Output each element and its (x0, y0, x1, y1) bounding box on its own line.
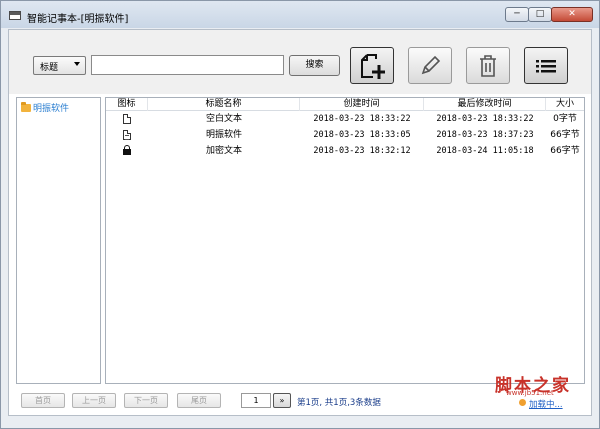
app-window: 智能记事本-[明振软件] ─ □ ✕ 标题 搜索 明振软件 图标 标题名称 创建… (0, 0, 600, 429)
row-created: 2018-03-23 18:33:22 (313, 114, 411, 124)
toolbar: 标题 搜索 (9, 30, 591, 94)
text-document-icon (123, 129, 131, 140)
search-field-select[interactable]: 标题 (33, 56, 86, 75)
row-size: 66字节 (550, 146, 580, 156)
tree-item-mingzhen[interactable]: 明振软件 (21, 101, 69, 114)
row-created: 2018-03-23 18:33:05 (313, 130, 411, 140)
row-icon-cell (106, 128, 148, 143)
page-number-input[interactable] (241, 393, 271, 408)
table-header: 图标 标题名称 创建时间 最后修改时间 大小 (106, 98, 584, 111)
row-modified: 2018-03-24 11:05:18 (436, 146, 534, 156)
trash-icon (480, 54, 496, 77)
window-title: 智能记事本-[明振软件] (27, 14, 129, 25)
list-view-button[interactable] (524, 47, 568, 84)
row-created: 2018-03-23 18:32:12 (313, 146, 411, 156)
column-header-icon[interactable]: 图标 (106, 98, 148, 111)
close-icon: ✕ (568, 9, 576, 19)
row-size: 0字节 (553, 114, 577, 124)
search-input[interactable] (91, 55, 284, 75)
row-title: 空白文本 (205, 114, 242, 124)
edit-pencil-icon (421, 55, 441, 74)
new-document-button[interactable] (350, 47, 394, 84)
folder-icon (21, 101, 31, 112)
row-modified: 2018-03-23 18:37:23 (436, 130, 534, 140)
row-modified: 2018-03-23 18:33:22 (436, 114, 534, 124)
column-header-title[interactable]: 标题名称 (148, 98, 300, 111)
tree-item-label: 明振软件 (33, 104, 70, 114)
client-area: 标题 搜索 明振软件 图标 标题名称 创建时间 最后修改时间 大小 空白文本 2… (8, 29, 592, 416)
last-page-button[interactable]: 尾页 (177, 393, 221, 408)
next-page-button[interactable]: 下一页 (124, 393, 168, 408)
column-header-size[interactable]: 大小 (546, 98, 584, 111)
notes-table: 图标 标题名称 创建时间 最后修改时间 大小 空白文本 2018-03-23 1… (105, 97, 585, 384)
blank-document-icon (123, 113, 131, 124)
row-size: 66字节 (550, 130, 580, 140)
go-page-button[interactable]: » (273, 393, 291, 408)
first-page-button[interactable]: 首页 (21, 393, 65, 408)
delete-button[interactable] (466, 47, 510, 84)
table-row[interactable]: 空白文本 2018-03-23 18:33:22 2018-03-23 18:3… (106, 112, 584, 127)
title-bar[interactable]: 智能记事本-[明振软件] ─ □ ✕ (1, 1, 599, 28)
edit-button[interactable] (408, 47, 452, 84)
column-header-created[interactable]: 创建时间 (300, 98, 424, 111)
notepad-app-icon (9, 11, 21, 20)
row-title: 加密文本 (205, 146, 242, 156)
column-header-modified[interactable]: 最后修改时间 (424, 98, 546, 111)
minimize-button[interactable]: ─ (505, 7, 529, 22)
search-field-value: 标题 (40, 63, 59, 73)
maximize-button[interactable]: □ (528, 7, 552, 22)
table-row[interactable]: 加密文本 2018-03-23 18:32:12 2018-03-24 11:0… (106, 144, 584, 159)
loading-link[interactable]: 加载中... (529, 398, 563, 410)
loading-icon (519, 399, 526, 406)
row-icon-cell (106, 144, 148, 159)
prev-page-button[interactable]: 上一页 (72, 393, 116, 408)
maximize-icon: □ (535, 9, 545, 19)
category-tree: 明振软件 (16, 97, 101, 384)
site-watermark-url: www.jb51.net (506, 389, 554, 397)
row-icon-cell (106, 112, 148, 127)
pager-info: 第1页, 共1页,3条数据 (297, 398, 381, 408)
table-row[interactable]: 明振软件 2018-03-23 18:33:05 2018-03-23 18:3… (106, 128, 584, 143)
chevron-down-icon (74, 62, 80, 66)
list-icon (536, 59, 556, 72)
close-button[interactable]: ✕ (551, 7, 593, 22)
window-controls: ─ □ ✕ (505, 7, 593, 22)
new-document-icon (361, 53, 385, 79)
search-button[interactable]: 搜索 (289, 55, 340, 76)
lock-icon (123, 145, 131, 155)
row-title: 明振软件 (205, 130, 242, 140)
minimize-icon: ─ (514, 9, 520, 19)
